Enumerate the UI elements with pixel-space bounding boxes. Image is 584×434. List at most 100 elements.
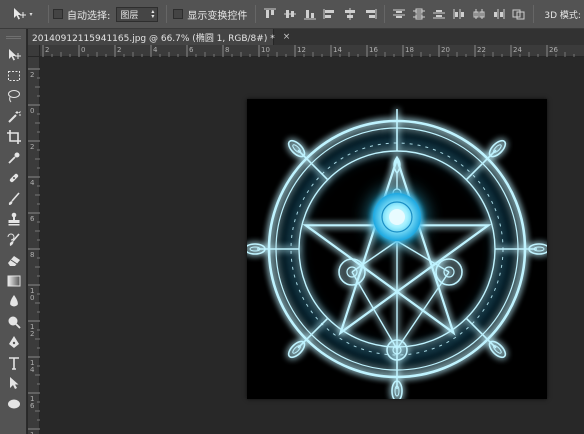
brush-tool[interactable] <box>0 189 27 210</box>
dodge-icon <box>8 316 21 329</box>
ruler-label: 10 <box>261 46 270 54</box>
toolbox-grip[interactable] <box>0 29 26 45</box>
inner-line <box>396 240 450 273</box>
3d-mode-label: 3D 模式: <box>544 10 581 21</box>
ruler-label: 0 <box>30 107 34 115</box>
ruler-label: 18 <box>405 46 414 54</box>
ruler-label: 6 <box>30 402 35 410</box>
distribute-horizontal-centers-icon[interactable] <box>471 6 487 22</box>
eraser-tool[interactable] <box>0 250 27 271</box>
ruler-label: 4 <box>30 366 35 374</box>
auto-select-value: 图层 <box>120 10 139 21</box>
magic-wand-tool[interactable] <box>0 107 27 128</box>
inner-line <box>351 240 398 273</box>
auto-align-layers-icon[interactable] <box>511 6 527 22</box>
gradient-icon <box>7 275 20 287</box>
move-tool[interactable] <box>0 45 27 66</box>
clone-stamp-icon <box>8 212 19 226</box>
ruler-label: 24 <box>513 46 522 54</box>
auto-select-label: 自动选择: <box>67 10 111 22</box>
lasso-tool[interactable] <box>0 86 27 107</box>
brush-icon <box>8 192 20 205</box>
path-selection-tool[interactable] <box>0 373 27 394</box>
align-bottom-edges-icon[interactable] <box>302 6 318 22</box>
document-canvas[interactable] <box>247 99 547 399</box>
ruler-label: 16 <box>369 46 378 54</box>
ruler-label: 8 <box>30 251 34 259</box>
distribute-vertical-centers-icon[interactable] <box>411 6 427 22</box>
eraser-icon <box>7 256 20 267</box>
dropdown-arrows-icon: ▴ ▾ <box>151 8 155 20</box>
ruler-ticks: 2 0 2 4 6 8 10 12 14 16 18 20 22 24 26 <box>42 45 575 57</box>
history-brush-tool[interactable] <box>0 230 27 251</box>
distribute-right-icon[interactable] <box>491 6 507 22</box>
toolbox <box>0 29 27 434</box>
blur-tool[interactable] <box>0 291 27 312</box>
auto-select-dropdown[interactable]: 图层 ▴ ▾ <box>116 6 159 22</box>
dodge-tool[interactable] <box>0 312 27 333</box>
path-selection-icon <box>9 377 18 390</box>
separator <box>48 5 49 23</box>
options-bar: ▾ 自动选择: 图层 ▴ ▾ 显示变换控件 3D 模式: <box>0 0 584 29</box>
align-top-edges-icon[interactable] <box>262 6 278 22</box>
ruler-label: 4 <box>30 179 35 187</box>
ruler-label: 2 <box>30 71 34 79</box>
move-tool-icon <box>8 49 21 61</box>
distribute-top-icon[interactable] <box>391 6 407 22</box>
show-transform-label: 显示变换控件 <box>187 10 248 22</box>
ruler-origin[interactable] <box>28 45 40 57</box>
document-title: 20140912115941165.jpg @ 66.7% (椭圆 1, RGB… <box>32 33 275 44</box>
separator <box>255 5 257 23</box>
ruler-label: 0 <box>30 294 34 302</box>
ruler-label: 2 <box>45 46 49 54</box>
healing-brush-tool[interactable] <box>0 168 27 189</box>
spoke-handle <box>488 139 507 158</box>
ruler-label: 22 <box>477 46 486 54</box>
vertical-ruler[interactable]: 2024681012141618 <box>28 57 40 434</box>
align-vertical-centers-icon[interactable] <box>282 6 298 22</box>
spoke-handle <box>287 139 306 158</box>
eyedropper-tool[interactable] <box>0 148 27 169</box>
healing-brush-icon <box>9 174 18 183</box>
separator <box>384 5 386 23</box>
tool-preset-picker[interactable]: ▾ <box>0 0 44 29</box>
distribute-left-icon[interactable] <box>451 6 467 22</box>
ruler-label: 0 <box>81 46 85 54</box>
distribute-bottom-icon[interactable] <box>431 6 447 22</box>
type-tool[interactable] <box>0 353 27 374</box>
align-left-edges-icon[interactable] <box>322 6 338 22</box>
spoke-handle <box>488 340 507 359</box>
ruler-label: 2 <box>30 330 34 338</box>
ruler-label: 12 <box>297 46 306 54</box>
ruler-label: 6 <box>189 46 194 54</box>
ruler-ticks: 2024681012141618 <box>28 68 40 434</box>
ruler-label: 4 <box>153 46 158 54</box>
pen-tool[interactable] <box>0 332 27 353</box>
spoke-handle <box>287 340 306 359</box>
ruler-label: 26 <box>549 46 558 54</box>
history-brush-icon <box>7 233 20 246</box>
ellipse-shape-icon <box>7 399 20 409</box>
align-right-edges-icon[interactable] <box>362 6 378 22</box>
horizontal-ruler[interactable]: 2 0 2 4 6 8 10 12 14 16 18 20 22 24 26 <box>40 45 584 57</box>
lasso-icon <box>7 90 20 103</box>
clone-stamp-tool[interactable] <box>0 209 27 230</box>
ellipse-shape-tool[interactable] <box>0 394 27 415</box>
ruler-label: 20 <box>441 46 450 54</box>
ruler-label: 8 <box>225 46 229 54</box>
rectangular-marquee-tool[interactable] <box>0 66 27 87</box>
move-tool-icon <box>14 8 27 20</box>
crop-tool[interactable] <box>0 127 27 148</box>
document-tab-bar: 20140912115941165.jpg @ 66.7% (椭圆 1, RGB… <box>28 29 584 45</box>
show-transform-checkbox[interactable] <box>173 9 184 19</box>
crop-icon <box>6 130 21 145</box>
separator <box>533 5 535 23</box>
align-horizontal-centers-icon[interactable] <box>342 6 358 22</box>
document-tab[interactable]: 20140912115941165.jpg @ 66.7% (椭圆 1, RGB… <box>28 29 290 45</box>
magic-circle-artwork <box>247 109 547 399</box>
auto-select-checkbox[interactable] <box>53 9 63 19</box>
gradient-tool[interactable] <box>0 271 27 292</box>
ruler-label: 6 <box>30 215 35 223</box>
inner-line <box>396 271 450 350</box>
close-icon[interactable]: × <box>283 32 291 42</box>
